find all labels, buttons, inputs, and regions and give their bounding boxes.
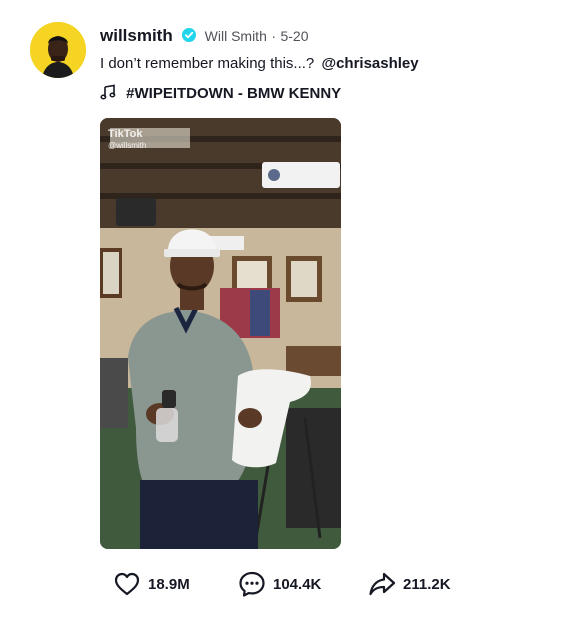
comment-button[interactable]: 104.4K <box>237 569 321 599</box>
music-title: #WIPEITDOWN - BMW KENNY <box>126 85 342 102</box>
video-player[interactable]: TikTok @willsmith <box>100 118 341 549</box>
music-link[interactable]: #WIPEITDOWN - BMW KENNY <box>100 84 341 102</box>
caption: I don’t remember making this...? @chrisa… <box>100 55 419 72</box>
watermark-logo: TikTok <box>108 128 143 140</box>
like-button[interactable]: 18.9M <box>112 569 190 599</box>
comment-count: 104.4K <box>273 575 322 593</box>
music-note-icon <box>100 84 116 100</box>
mention-link[interactable]: @chrisashley <box>321 55 418 72</box>
separator: · <box>271 28 276 44</box>
caption-text: I don’t remember making this...? <box>100 55 315 72</box>
share-button[interactable]: 211.2K <box>367 569 451 599</box>
heart-icon <box>114 572 140 596</box>
verified-badge-icon <box>182 28 197 42</box>
share-arrow-icon <box>369 572 396 596</box>
nickname: Will Smith <box>204 28 267 44</box>
avatar[interactable] <box>30 22 86 78</box>
post-header: willsmith Will Smith · 5-20 <box>100 26 308 46</box>
share-count: 211.2K <box>403 575 451 593</box>
comment-icon <box>239 571 265 597</box>
watermark-handle: @willsmith <box>108 141 147 150</box>
tiktok-watermark: TikTok @willsmith <box>108 128 146 150</box>
post-date: 5-20 <box>280 28 309 44</box>
avatar-image <box>30 22 86 78</box>
tiktok-post: willsmith Will Smith · 5-20 I don’t reme… <box>0 0 579 620</box>
username[interactable]: willsmith <box>100 26 173 45</box>
like-count: 18.9M <box>148 575 190 593</box>
video-frame <box>100 118 341 549</box>
